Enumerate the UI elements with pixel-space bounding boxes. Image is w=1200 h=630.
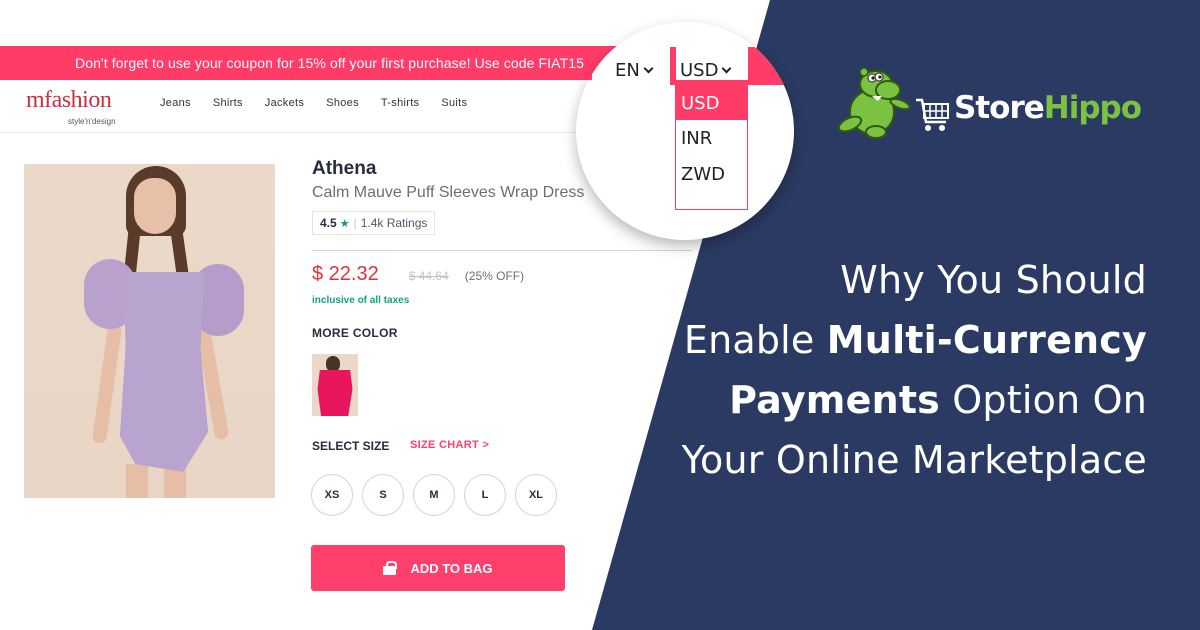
shopping-cart-icon: [916, 98, 949, 131]
nav-item-jackets[interactable]: Jackets: [265, 97, 304, 109]
add-to-bag-button[interactable]: ADD TO BAG: [311, 545, 565, 591]
currency-option-zwd[interactable]: ZWD: [676, 156, 747, 192]
model-face: [134, 178, 176, 234]
more-color-label: MORE COLOR: [312, 326, 398, 340]
site-header: mfashion style'n'design Jeans Shirts Jac…: [0, 80, 640, 133]
headline-line-2: Enable Multi-Currency: [667, 310, 1147, 370]
main-nav: Jeans Shirts Jackets Shoes T-shirts Suit…: [160, 97, 489, 109]
size-button-xl[interactable]: XL: [515, 474, 557, 516]
model-leg-left: [126, 464, 148, 498]
nav-item-jeans[interactable]: Jeans: [160, 97, 191, 109]
headline-line-3: Payments Option On: [667, 370, 1147, 430]
color-swatch-pink[interactable]: [312, 354, 358, 416]
language-value: EN: [615, 60, 640, 81]
product-brand: Athena: [312, 158, 377, 179]
nav-item-shoes[interactable]: Shoes: [326, 97, 359, 109]
mfashion-logo[interactable]: mfashion style'n'design: [26, 87, 116, 126]
model-arm-left: [91, 323, 123, 445]
storehippo-logo: StoreHippo: [832, 64, 1152, 144]
rating-value: 4.5: [320, 216, 337, 230]
currency-value: USD: [680, 60, 719, 81]
headline-line-1: Why You Should: [667, 250, 1147, 310]
product-info: Athena Calm Mauve Puff Sleeves Wrap Dres…: [312, 158, 584, 235]
headline-line-2-light: Enable: [683, 318, 827, 362]
headline-line-3-bold: Payments: [729, 378, 941, 422]
wordmark-hippo: Hippo: [1043, 90, 1142, 126]
select-size-label: SELECT SIZE: [312, 439, 390, 453]
nav-item-tshirts[interactable]: T-shirts: [381, 97, 419, 109]
headline-line-1-text: Why You Should: [840, 258, 1147, 302]
magnified-promo-bar-left: [576, 47, 592, 80]
price-row: $ 22.32 $ 44.64 (25% OFF): [312, 263, 524, 286]
shopping-bag-icon: [383, 561, 398, 575]
storehippo-wordmark: StoreHippo: [954, 90, 1142, 126]
size-button-xs[interactable]: XS: [311, 474, 353, 516]
info-divider: [312, 250, 692, 251]
chevron-down-icon: [722, 63, 732, 73]
logo-tagline: style'n'design: [68, 117, 116, 126]
promo-text: Don't forget to use your coupon for 15% …: [75, 55, 584, 71]
language-select[interactable]: EN: [615, 60, 654, 81]
currency-option-usd[interactable]: USD: [676, 86, 747, 120]
rating-count: 1.4k Ratings: [360, 216, 428, 230]
promo-banner: Don't forget to use your coupon for 15% …: [0, 46, 640, 80]
swatch-dress: [317, 370, 353, 416]
headline: Why You Should Enable Multi-Currency Pay…: [667, 250, 1147, 490]
headline-line-4: Your Online Marketplace: [667, 430, 1147, 490]
magnified-promo-bar-right: [748, 47, 794, 85]
nav-item-suits[interactable]: Suits: [441, 97, 467, 109]
product-name: Calm Mauve Puff Sleeves Wrap Dress: [312, 184, 585, 201]
swatch-model-head: [326, 356, 340, 372]
currency-select[interactable]: USD: [680, 60, 732, 81]
price-discount: (25% OFF): [464, 269, 525, 283]
dress-body: [119, 272, 209, 472]
logo-main-text: mfashion: [26, 87, 112, 113]
price-current: $ 22.32: [312, 263, 379, 285]
magnifier-callout: EN USD USD INR ZWD: [576, 22, 794, 240]
size-button-m[interactable]: M: [413, 474, 455, 516]
rating-badge[interactable]: 4.5 ★ | 1.4k Ratings: [312, 211, 436, 235]
size-chart-link[interactable]: SIZE CHART >: [410, 439, 489, 451]
tax-note: inclusive of all taxes: [312, 295, 410, 306]
size-options: XS S M L XL: [311, 474, 557, 516]
add-to-bag-label: ADD TO BAG: [410, 560, 493, 576]
headline-line-3-light: Option On: [940, 378, 1147, 422]
currency-option-inr[interactable]: INR: [676, 120, 747, 156]
rating-separator: |: [353, 216, 357, 230]
headline-line-2-bold: Multi-Currency: [826, 318, 1147, 362]
size-button-s[interactable]: S: [362, 474, 404, 516]
size-button-l[interactable]: L: [464, 474, 506, 516]
product-image[interactable]: [24, 164, 275, 498]
chevron-down-icon: [643, 63, 654, 73]
currency-dropdown: USD INR ZWD: [675, 85, 748, 210]
star-icon: ★: [339, 217, 350, 230]
nav-item-shirts[interactable]: Shirts: [213, 97, 243, 109]
headline-line-4-text: Your Online Marketplace: [681, 438, 1147, 482]
price-original: $ 44.64: [408, 269, 449, 283]
wordmark-store: Store: [954, 90, 1045, 126]
hippo-mascot-icon: [837, 67, 911, 139]
